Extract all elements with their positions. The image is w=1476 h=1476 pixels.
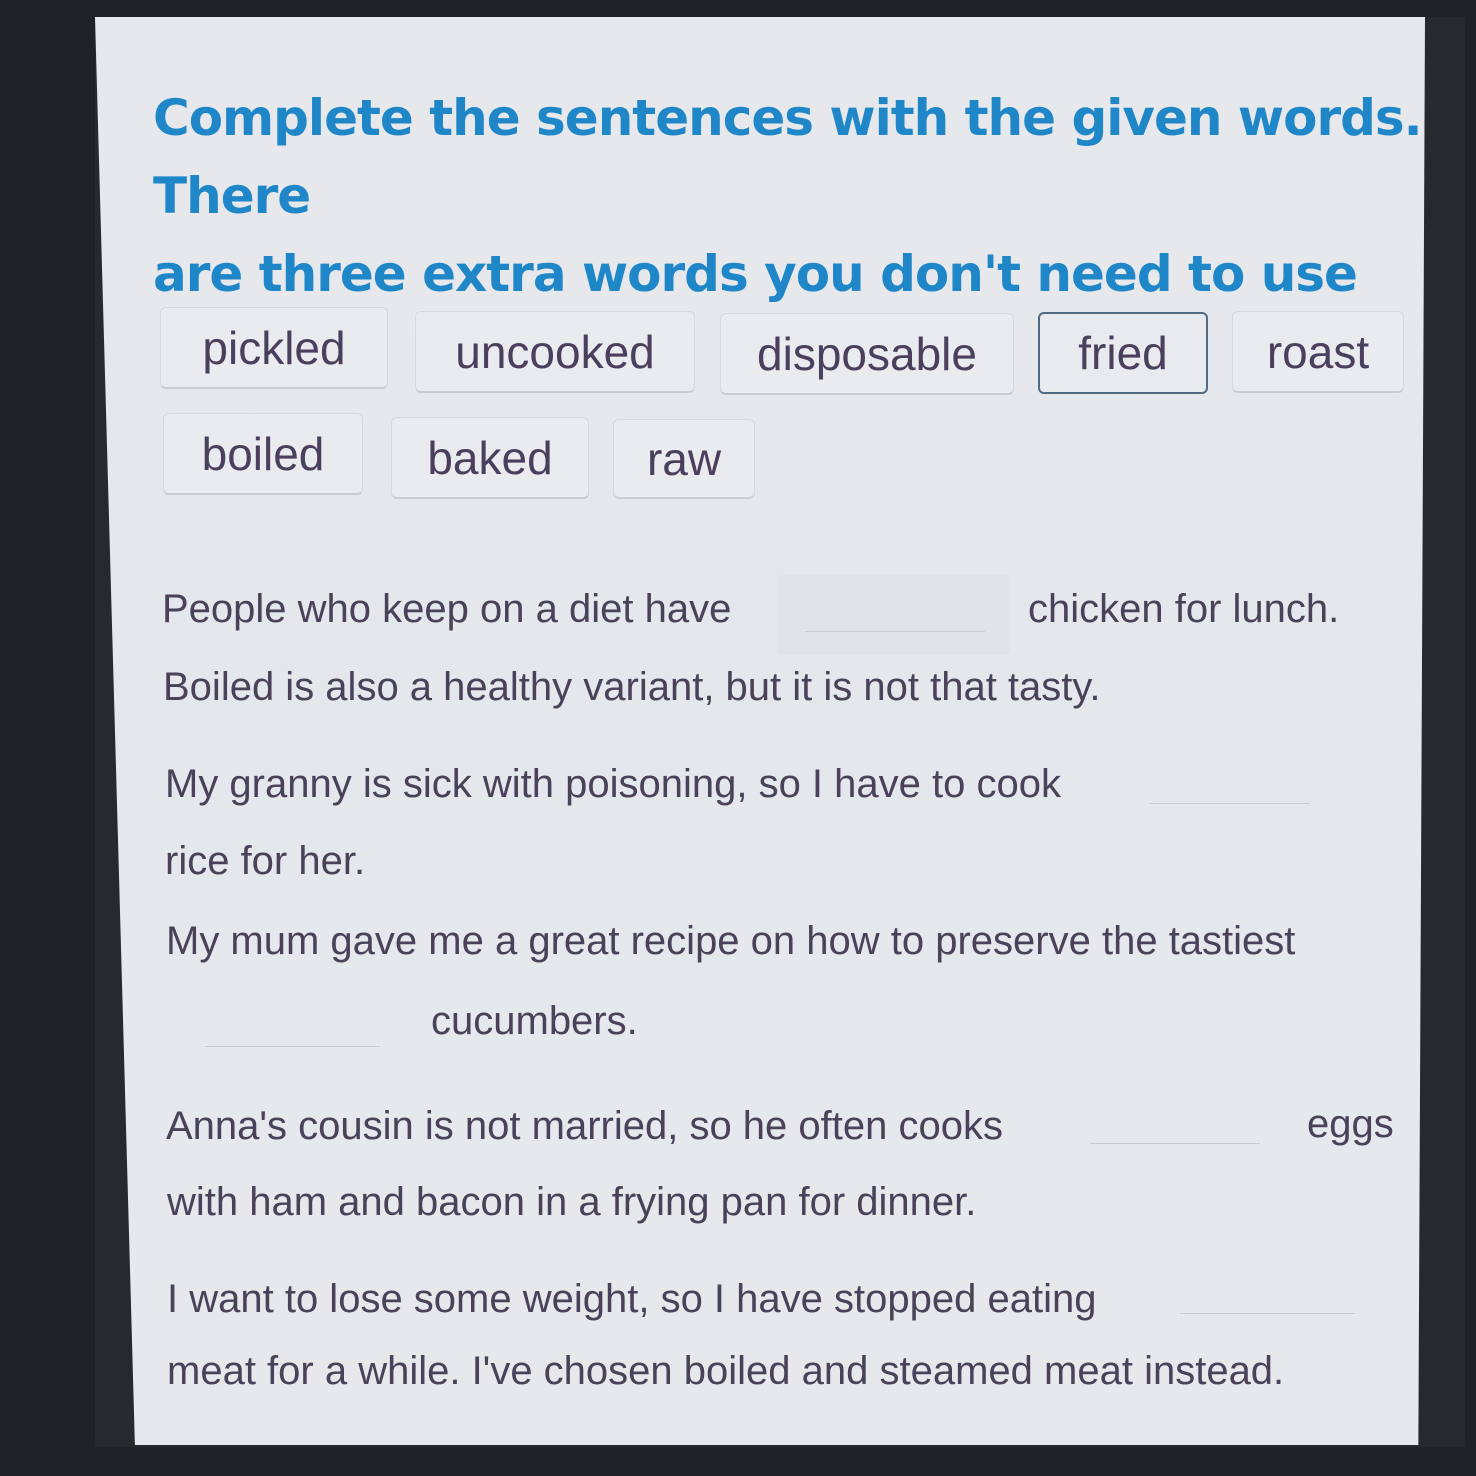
sentence-3-before: My mum gave me a great recipe on how to … (166, 919, 1296, 963)
monitor-screen: Complete the sentences with the given wo… (95, 17, 1465, 1447)
instruction-line-2: are three extra words you don't need to … (153, 245, 1358, 303)
sentence-1-before: People who keep on a diet have (162, 587, 732, 631)
sentence-4-continuation: with ham and bacon in a frying pan for d… (167, 1180, 977, 1224)
instruction-heading: Complete the sentences with the given wo… (153, 79, 1423, 313)
word-chip-fried[interactable]: fried (1038, 312, 1208, 394)
word-chip-roast[interactable]: roast (1232, 311, 1404, 393)
sentence-5-before: I want to lose some weight, so I have st… (167, 1277, 1097, 1321)
sentence-1-continuation: Boiled is also a healthy variant, but it… (163, 665, 1101, 709)
sentence-2-after: rice for her. (165, 839, 366, 883)
word-chip-boiled[interactable]: boiled (163, 413, 363, 495)
sentence-4-before: Anna's cousin is not married, so he ofte… (166, 1104, 1003, 1148)
exercise-panel: Complete the sentences with the given wo… (95, 17, 1425, 1445)
sentence-4-blank[interactable] (1090, 1139, 1260, 1144)
sentence-1-blank-line (805, 627, 985, 632)
sentence-4-after: eggs (1307, 1102, 1394, 1146)
instruction-line-1: Complete the sentences with the given wo… (153, 89, 1423, 225)
word-chip-disposable[interactable]: disposable (720, 313, 1014, 395)
sentence-5-after: meat for a while. I've chosen boiled and… (167, 1349, 1285, 1393)
sentence-1-after: chicken for lunch. (1028, 587, 1340, 631)
sentence-2-blank[interactable] (1150, 799, 1310, 804)
word-chip-raw[interactable]: raw (613, 419, 755, 499)
word-chip-pickled[interactable]: pickled (160, 307, 388, 389)
sentence-3-after: cucumbers. (431, 999, 638, 1043)
sentence-5-blank[interactable] (1180, 1309, 1355, 1314)
word-chip-uncooked[interactable]: uncooked (415, 311, 695, 393)
word-chip-baked[interactable]: baked (391, 417, 589, 499)
sentence-3-blank[interactable] (205, 1042, 380, 1047)
sentence-2-before: My granny is sick with poisoning, so I h… (165, 762, 1061, 806)
sentence-1-drop-zone[interactable] (778, 575, 1010, 655)
